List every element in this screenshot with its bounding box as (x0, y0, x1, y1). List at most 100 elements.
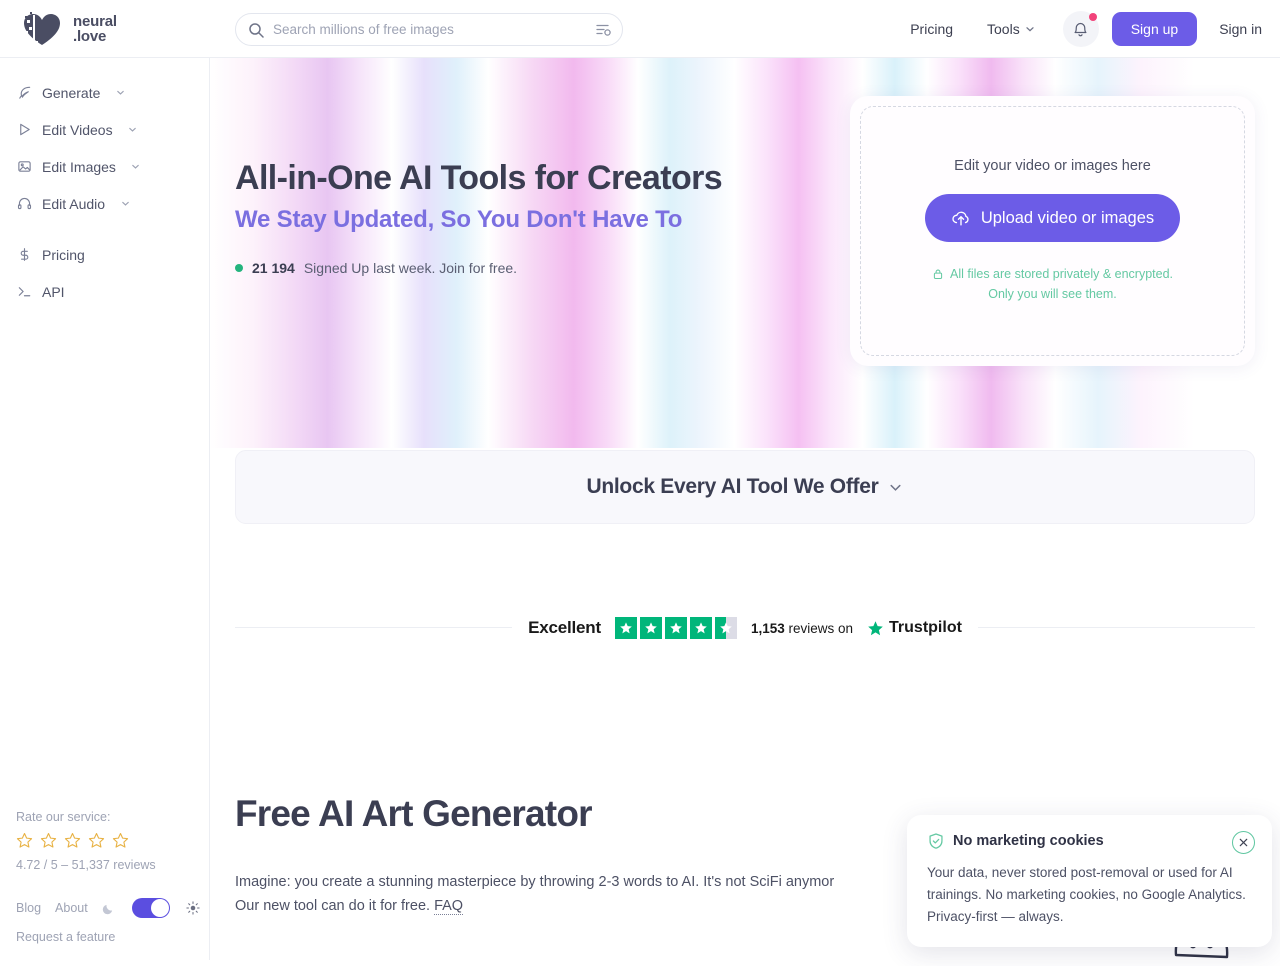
sidebar-item-edit-audio[interactable]: Edit Audio (0, 185, 209, 222)
section-title: Free AI Art Generator (235, 793, 592, 835)
trustpilot-count-caption: reviews on (789, 621, 854, 636)
cookie-notice-body: Your data, never stored post-removal or … (927, 862, 1252, 928)
brand-logo-line1: neural (73, 14, 117, 29)
feather-pen-icon (16, 85, 32, 100)
theme-toggle-switch[interactable] (132, 898, 170, 918)
cookie-notice-toast: No marketing cookies Your data, never st… (907, 815, 1272, 947)
headphones-icon (16, 196, 32, 211)
blog-link[interactable]: Blog (16, 901, 41, 915)
sun-icon (186, 901, 200, 915)
star-icon[interactable] (16, 832, 33, 849)
sidebar-item-label: Generate (42, 85, 100, 101)
upload-button[interactable]: Upload video or images (925, 194, 1180, 242)
trustpilot-content: Excellent 1,153 reviews on Trustpilot (512, 617, 978, 639)
brand-logo-line2: .love (73, 29, 117, 44)
sidebar-item-edit-images[interactable]: Edit Images (0, 148, 209, 185)
rating-stars[interactable] (16, 832, 210, 849)
privacy-line-1: All files are stored privately & encrypt… (950, 264, 1173, 284)
sidebar-footer-links: Blog About (16, 898, 210, 918)
chevron-down-icon (117, 199, 133, 208)
faq-link[interactable]: FAQ (434, 898, 463, 915)
dollar-icon (16, 247, 32, 262)
sidebar-divider-space (0, 222, 209, 236)
cloud-upload-icon (951, 208, 971, 228)
nav-tools-label: Tools (987, 21, 1020, 37)
star-icon[interactable] (64, 832, 81, 849)
sidebar-item-label: Pricing (42, 247, 85, 263)
star-icon[interactable] (112, 832, 129, 849)
signup-counter: 21 194 Signed Up last week. Join for fre… (235, 260, 835, 276)
sidebar-item-label: Edit Images (42, 159, 116, 175)
bell-icon (1072, 21, 1089, 38)
filter-settings-icon[interactable] (595, 21, 612, 38)
close-icon[interactable] (1232, 831, 1255, 854)
search-input[interactable] (264, 22, 595, 37)
top-header-bar: neural .love Pricing Tools (0, 0, 1280, 58)
trustpilot-brand: Trustpilot (867, 619, 962, 637)
sidebar-item-label: API (42, 284, 65, 300)
request-feature-link[interactable]: Request a feature (16, 930, 115, 944)
section-paragraph-line2: Our new tool can do it for free. (235, 898, 430, 914)
top-nav-right: Pricing Tools Sign up Sign in (893, 0, 1262, 58)
chevron-down-icon (128, 162, 144, 171)
trustpilot-star-icon (640, 617, 662, 639)
section-paragraph-line1: Imagine: you create a stunning masterpie… (235, 874, 834, 890)
rating-summary: 4.72 / 5 – 51,337 reviews (16, 858, 210, 872)
sidebar-footer: Rate our service: 4.72 / 5 – 51,337 revi… (0, 810, 210, 960)
hero-text-block: All-in-One AI Tools for Creators We Stay… (235, 158, 835, 276)
play-triangle-icon (16, 122, 32, 137)
unlock-tools-accordion[interactable]: Unlock Every AI Tool We Offer (235, 450, 1255, 524)
nav-pricing-label: Pricing (910, 21, 953, 37)
trustpilot-widget[interactable]: Excellent 1,153 reviews on Trustpilot (235, 626, 1255, 628)
hero-title: All-in-One AI Tools for Creators (235, 158, 835, 198)
signup-button[interactable]: Sign up (1112, 12, 1197, 46)
signup-caption: Signed Up last week. Join for free. (304, 260, 517, 276)
search-icon (248, 22, 264, 38)
privacy-note: All files are stored privately & encrypt… (932, 264, 1173, 304)
cookie-notice-header: No marketing cookies (927, 832, 1252, 850)
sidebar-item-generate[interactable]: Generate (0, 74, 209, 111)
rate-service-label: Rate our service: (16, 810, 210, 824)
sidebar-item-api[interactable]: API (0, 273, 209, 310)
privacy-line-2: Only you will see them. (932, 284, 1173, 304)
star-icon[interactable] (40, 832, 57, 849)
cookie-notice-title: No marketing cookies (953, 833, 1104, 849)
about-link[interactable]: About (55, 901, 88, 915)
moon-icon (102, 901, 116, 915)
trustpilot-brand-label: Trustpilot (889, 619, 962, 637)
sidebar-item-pricing[interactable]: Pricing (0, 236, 209, 273)
upload-card-title: Edit your video or images here (954, 158, 1151, 174)
image-icon (16, 159, 32, 174)
nav-pricing[interactable]: Pricing (893, 21, 970, 37)
chevron-down-icon (125, 125, 141, 134)
sidebar-item-label: Edit Audio (42, 196, 105, 212)
signin-link[interactable]: Sign in (1197, 21, 1262, 37)
terminal-prompt-icon (16, 284, 32, 299)
search-bar[interactable] (235, 13, 623, 46)
upload-dropzone[interactable]: Edit your video or images here Upload vi… (860, 106, 1245, 356)
left-sidebar: Generate Edit Videos Edit Images (0, 58, 210, 960)
notifications-button[interactable] (1063, 11, 1099, 47)
divider-left (235, 627, 512, 628)
online-status-dot (235, 264, 243, 272)
sidebar-item-edit-videos[interactable]: Edit Videos (0, 111, 209, 148)
chevron-down-icon (112, 88, 128, 97)
trustpilot-star-icon (665, 617, 687, 639)
star-icon[interactable] (88, 832, 105, 849)
brand-logo[interactable]: neural .love (0, 0, 210, 58)
trustpilot-stars (615, 617, 737, 639)
brand-logo-text: neural .love (73, 14, 117, 44)
unlock-tools-label: Unlock Every AI Tool We Offer (587, 475, 879, 499)
trustpilot-review-count: 1,153 reviews on (751, 621, 853, 636)
trustpilot-star-icon (867, 620, 884, 637)
trustpilot-star-half-icon (715, 617, 737, 639)
neural-love-heart-logo-icon (20, 11, 64, 47)
sidebar-item-label: Edit Videos (42, 122, 113, 138)
upload-button-label: Upload video or images (981, 209, 1154, 228)
chevron-down-icon (1025, 24, 1035, 34)
signup-count: 21 194 (252, 260, 295, 276)
trustpilot-count-number: 1,153 (751, 621, 785, 636)
nav-tools[interactable]: Tools (970, 21, 1052, 37)
notification-badge-dot (1089, 13, 1097, 21)
trustpilot-rating-word: Excellent (528, 618, 601, 638)
